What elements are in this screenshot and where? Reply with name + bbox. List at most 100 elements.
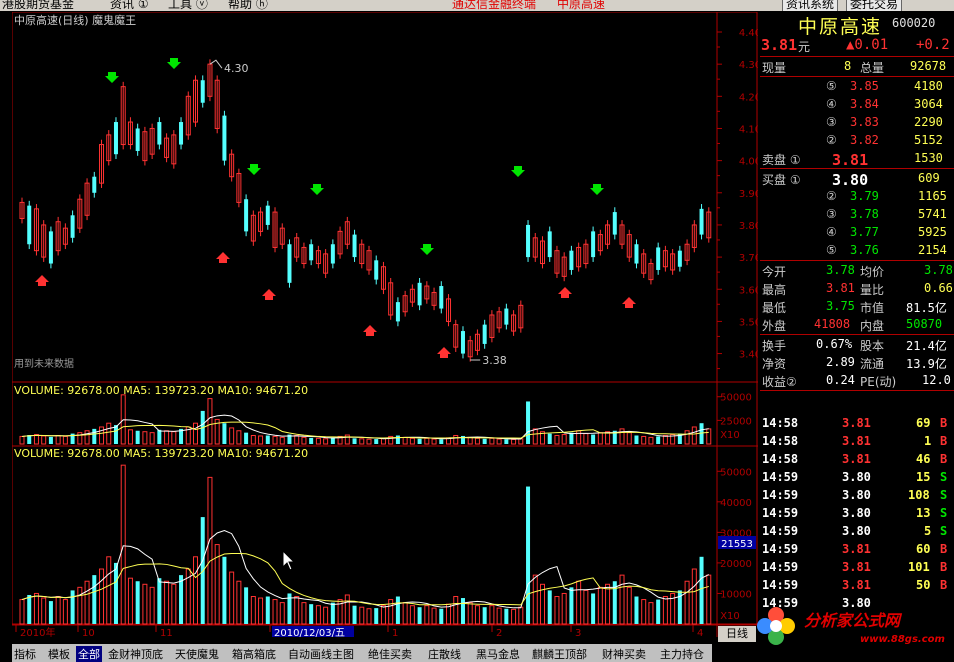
volume-2-bar <box>70 590 75 624</box>
left-sidebar-strip <box>0 12 12 637</box>
volume-1-bar <box>583 433 589 445</box>
volume-2-bar <box>301 602 307 625</box>
indicator-tab[interactable]: 麒麟王顶部 <box>532 646 587 662</box>
volume-2-bar <box>265 596 270 624</box>
volume-2-bar <box>496 607 502 625</box>
bid-price: 3.76 <box>850 243 879 257</box>
indicator-tab[interactable]: 财神买卖 <box>602 646 646 662</box>
volume-2-bar <box>409 605 415 625</box>
volume-2-bar <box>684 580 690 625</box>
news-system-button[interactable]: 资讯系统 <box>782 0 839 11</box>
volume-1-bar <box>691 426 697 445</box>
menu-item-news[interactable]: 资讯 ① <box>110 0 149 11</box>
menu-item-tools[interactable]: 工具 ⓥ <box>168 0 208 11</box>
stat-value: 81.5亿 <box>906 301 947 315</box>
volume-2-bar <box>518 606 524 625</box>
volume-1-bar <box>554 434 560 445</box>
volume-2-bar <box>605 583 611 625</box>
price-tick-label: 3.70 <box>739 253 758 264</box>
candle-body <box>656 247 661 270</box>
ask-row: ④ 3.84 3064 <box>760 96 954 114</box>
sell-signal-arrow-icon <box>590 184 604 195</box>
volume-2-bar <box>157 578 162 624</box>
indicator-tab[interactable]: 庄散线 <box>428 646 461 662</box>
kline-chart-svg[interactable]: 4.40 4.30 4.20 4.10 4.00 3.90 3.80 3.70 3.60 3.50… <box>11 11 761 639</box>
tick-price: 3.80 <box>842 506 871 520</box>
volume-1-bar <box>149 432 155 445</box>
volume-1-bar <box>41 435 47 445</box>
current-stock-name: 中原高速 <box>557 0 606 11</box>
volume-2-bar <box>482 607 487 624</box>
indicator-tab[interactable]: 天使魔鬼 <box>175 646 219 662</box>
volume-1-bar <box>626 432 632 445</box>
volume-2-bar <box>171 583 177 625</box>
last-price: 3.81 <box>761 36 798 54</box>
candle-body <box>612 212 617 235</box>
volume-1-bar <box>315 437 321 445</box>
menu-item-futures[interactable]: 港股期货基金 <box>2 0 74 11</box>
volume-2-bar <box>33 592 39 625</box>
volume-1-bar <box>229 427 235 445</box>
indicator-tab[interactable]: 金财神顶底 <box>108 646 163 662</box>
candle-body <box>70 215 75 238</box>
volume-2-bar <box>380 605 386 625</box>
tick-row: 14:59 3.81 60 B <box>760 541 954 559</box>
volume-1-bar <box>84 430 90 445</box>
total-volume: 92678 <box>910 59 947 73</box>
tick-side: S <box>940 488 948 502</box>
ask-volume: 2290 <box>914 115 943 129</box>
menu-item-help[interactable]: 帮助 ⓗ <box>228 0 268 11</box>
candle-body <box>48 231 53 264</box>
volume-2-bar <box>547 590 552 624</box>
trade-order-button[interactable]: 委托交易 <box>846 0 903 11</box>
ask-row: ③ 3.83 2290 <box>760 114 954 132</box>
tick-side: B <box>940 416 948 430</box>
indicator-tab[interactable]: 绝佳买卖 <box>368 646 412 662</box>
low-price-label: 3.38 <box>482 354 507 367</box>
volume-1-bar <box>352 438 357 444</box>
indicator-tab[interactable]: 主力持仓 <box>660 646 704 662</box>
volume-1-bar <box>569 432 574 444</box>
indicator-tab[interactable]: 指标 <box>14 646 36 662</box>
bid-price: 3.77 <box>850 225 879 239</box>
candle-body <box>504 308 509 325</box>
stat-value: 3.78 <box>826 263 855 277</box>
candle-body <box>460 331 465 354</box>
tick-time: 14:59 <box>762 470 799 484</box>
volume-1-bar <box>164 430 170 445</box>
candle-body <box>677 250 682 267</box>
indicator-tab[interactable]: 全部 <box>76 646 102 662</box>
indicator-tab[interactable]: 模板 <box>48 646 70 662</box>
indicator-tab[interactable]: 黑马金息 <box>476 646 520 662</box>
bid-volume: 609 <box>918 171 940 185</box>
volume-2-bar <box>244 587 249 624</box>
indicator-tab[interactable]: 自动画线主图 <box>288 646 354 662</box>
bid-row: ⑤ 3.76 2154 <box>760 242 954 261</box>
period-day-button[interactable]: 日线 <box>718 626 756 642</box>
indicator-tab[interactable]: 箱高箱底 <box>232 646 276 662</box>
ask-level-label: 卖盘 ① <box>762 153 801 167</box>
volume-1-bar <box>113 425 118 444</box>
date-axis-label: 1 <box>392 628 398 637</box>
tick-side: B <box>940 578 948 592</box>
price-unit: 元 <box>798 40 811 54</box>
tick-time: 14:58 <box>762 416 799 430</box>
total-volume-label: 总量 <box>860 61 885 75</box>
stat-value: 0.66 <box>924 281 953 295</box>
volume-2-bar <box>200 517 205 624</box>
tick-price: 3.81 <box>842 416 871 430</box>
volume-2-bar <box>691 568 697 625</box>
stat-label: PE(动) <box>860 375 897 389</box>
volume-2-bar <box>236 580 242 625</box>
volume-2-bar <box>229 571 235 625</box>
volume-2-bar <box>699 556 704 624</box>
stock-name: 中原高速 <box>798 16 883 38</box>
volume-2-bar <box>142 583 148 625</box>
chart-area[interactable]: 4.40 4.30 4.20 4.10 4.00 3.90 3.80 3.70 3.60 3.50… <box>11 11 761 639</box>
date-axis-label: 3 <box>575 628 581 637</box>
bid-row: ② 3.79 1165 <box>760 188 954 206</box>
candle-body <box>352 234 357 258</box>
volume-1-bar <box>641 435 647 445</box>
volume-2-bar <box>323 606 329 625</box>
volume-1-bar <box>359 438 365 445</box>
